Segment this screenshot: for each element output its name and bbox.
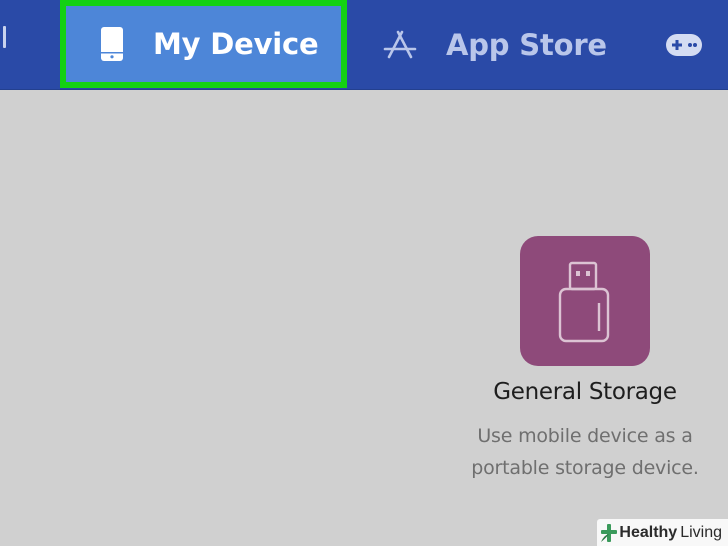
tab-my-device-label: My Device <box>153 27 319 61</box>
phone-icon <box>101 27 123 61</box>
general-storage-title: General Storage <box>493 379 677 405</box>
watermark: Healthy Living <box>597 519 728 546</box>
gamepad-icon <box>666 33 702 56</box>
watermark-living: Living <box>680 523 722 541</box>
top-navigation-bar: My Device App Store <box>0 0 728 90</box>
left-edge-divider <box>3 26 6 48</box>
description-line-2: portable storage device. <box>471 457 699 479</box>
general-storage-description: Use mobile device as a portable storage … <box>452 420 718 484</box>
tab-app-store-label: App Store <box>446 27 607 62</box>
usb-drive-icon <box>520 236 650 366</box>
app-store-icon <box>382 30 418 60</box>
tab-app-store[interactable]: App Store <box>380 0 620 89</box>
tab-games[interactable] <box>664 0 728 89</box>
description-line-1: Use mobile device as a <box>477 425 693 447</box>
watermark-healthy: Healthy <box>619 523 678 541</box>
tab-my-device[interactable]: My Device <box>60 0 347 88</box>
cross-leaf-icon <box>601 523 618 542</box>
